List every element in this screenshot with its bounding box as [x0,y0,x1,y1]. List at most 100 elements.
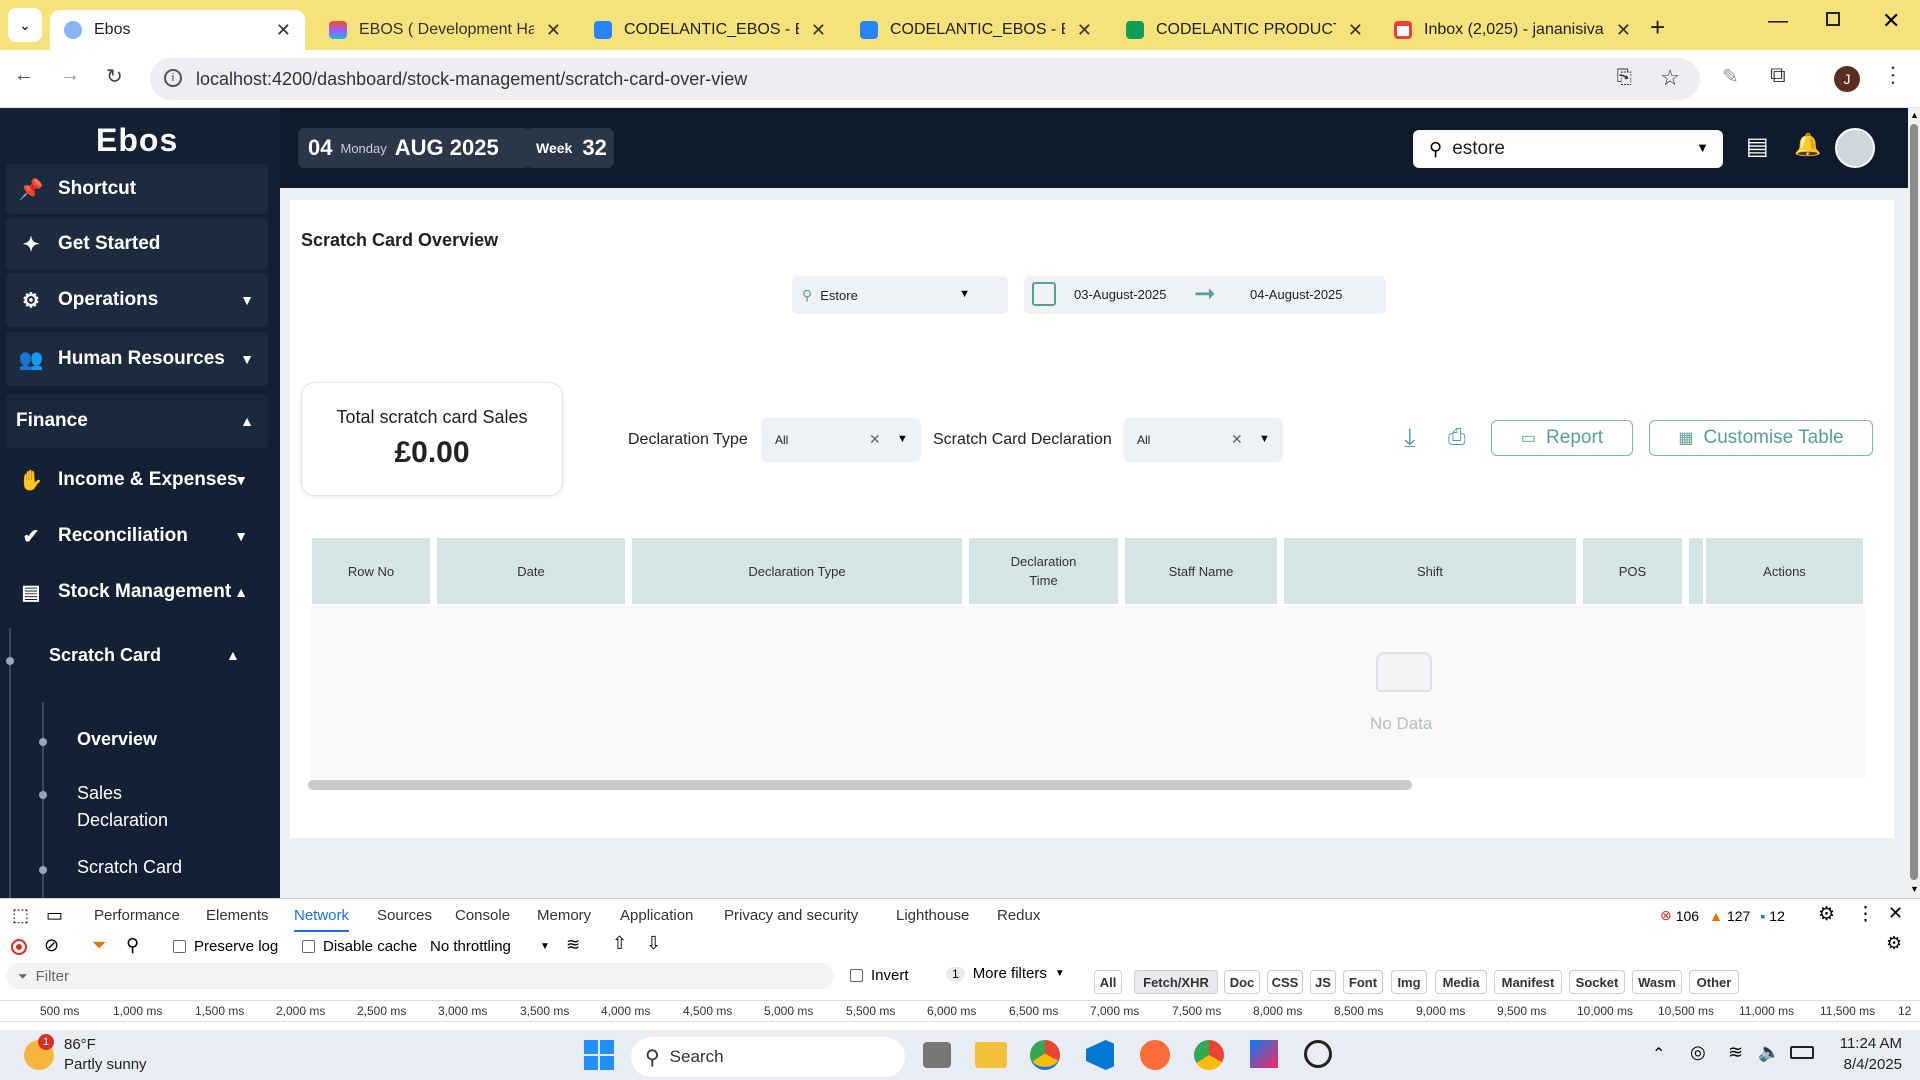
extensions-puzzle-icon[interactable]: ⧉ [1770,62,1786,88]
task-view-icon[interactable] [923,1042,951,1068]
download-icon[interactable]: ⤓ [1404,422,1416,454]
col-header-declaration-time[interactable]: Declaration Time [969,538,1118,604]
wifi-icon[interactable]: ≋ [1728,1042,1743,1063]
restore-window-icon[interactable] [1826,12,1840,26]
close-tab-icon[interactable]: ✕ [1348,20,1363,41]
obs-icon[interactable] [1304,1040,1332,1068]
devtools-menu-icon[interactable]: ⋮ [1856,903,1875,926]
devtools-tab-network[interactable]: Network [294,907,350,932]
clear-log-icon[interactable]: ⊘ [44,935,59,956]
inspect-element-icon[interactable]: ⬚ [12,905,29,926]
tray-chevron-up-icon[interactable]: ⌃ [1652,1044,1665,1064]
network-settings-icon[interactable]: ⚙ [1886,933,1902,954]
sidebar-item-income-expenses[interactable]: ✋ Income & Expenses ▼ [6,455,268,505]
tab-codelantic-product[interactable]: CODELANTIC PRODUCT EN ✕ [1112,10,1377,50]
pen-extension-icon[interactable]: ✎ [1722,64,1739,89]
type-filter-js[interactable]: JS [1310,970,1336,994]
sidebar-item-get-started[interactable]: ✦ Get Started [6,219,268,269]
col-header-declaration-type[interactable]: Declaration Type [632,538,962,604]
jetbrains-icon[interactable] [1250,1040,1278,1068]
messages-icon[interactable]: ▤ [1746,132,1769,161]
devtools-tab-redux[interactable]: Redux [997,907,1040,924]
filter-input[interactable]: ⏷ Filter [6,963,834,989]
disable-cache-checkbox[interactable] [302,940,315,953]
sidebar-item-reconciliation[interactable]: ✔ Reconciliation ▼ [6,511,268,561]
type-filter-fetch-xhr[interactable]: Fetch/XHR [1134,970,1218,994]
bookmark-star-icon[interactable]: ☆ [1660,65,1680,91]
tab-ebos-dev-handbook[interactable]: EBOS ( Development Hand ✕ [315,10,575,50]
type-filter-img[interactable]: Img [1391,970,1427,994]
devtools-tab-lighthouse[interactable]: Lighthouse [896,907,969,924]
close-tab-icon[interactable]: ✕ [546,20,561,41]
devtools-tab-privacy[interactable]: Privacy and security [724,907,858,924]
close-tab-icon[interactable]: ✕ [276,20,291,41]
type-filter-css[interactable]: CSS [1267,970,1303,994]
device-toolbar-icon[interactable]: ▭ [46,905,63,926]
scrollbar-thumb[interactable] [1910,124,1918,880]
battery-icon[interactable] [1790,1046,1814,1059]
sidebar-item-finance[interactable]: Finance ▲ [6,394,268,448]
close-tab-icon[interactable]: ✕ [1077,20,1092,41]
tab-search-button[interactable]: ⌄ [8,8,42,42]
sidebar-item-operations[interactable]: ⚙ Operations ▼ [6,273,268,327]
chrome-icon[interactable] [1194,1040,1224,1070]
type-filter-other[interactable]: Other [1689,970,1739,994]
sidebar-item-scratch-card[interactable]: Scratch Card [49,645,161,666]
date-range-picker[interactable]: 03-August-2025 ➞ 04-August-2025 [1024,276,1386,314]
clear-icon[interactable]: ✕ [1231,431,1243,448]
scratch-card-declaration-select[interactable]: All ✕ ▼ [1123,418,1283,462]
record-stop-icon[interactable] [11,939,27,955]
devtools-tab-application[interactable]: Application [620,907,693,924]
file-explorer-icon[interactable] [975,1042,1007,1068]
close-tab-icon[interactable]: ✕ [1616,20,1631,41]
browser-menu-icon[interactable]: ⋮ [1882,62,1904,88]
clock[interactable]: 11:24 AM 8/4/2025 [1822,1033,1902,1075]
col-header-pos[interactable]: POS [1583,538,1682,604]
customise-table-button[interactable]: ▦ Customise Table [1649,420,1873,456]
notifications-bell-icon[interactable]: 🔔 [1794,132,1821,158]
import-har-icon[interactable]: ⇧ [612,933,627,954]
more-filters-button[interactable]: 1 More filters ▼ [946,965,1065,982]
search-icon[interactable]: ⚲ [126,935,139,956]
store-select[interactable]: ⚲ estore ▼ [1413,130,1723,168]
volume-icon[interactable]: 🔈 [1758,1042,1780,1063]
col-header-staff-name[interactable]: Staff Name [1125,538,1277,604]
back-icon[interactable]: ← [14,64,34,87]
new-tab-button[interactable]: + [1650,12,1665,43]
devtools-tab-console[interactable]: Console [455,907,510,924]
tab-ebos[interactable]: Ebos ✕ [50,10,305,50]
taskbar-search[interactable]: ⚲ Search [631,1037,905,1077]
sidebar-item-overview[interactable]: Overview [77,729,157,750]
filter-funnel-icon[interactable]: ⏷ [92,935,106,956]
col-header-date[interactable]: Date [437,538,625,604]
clear-icon[interactable]: ✕ [869,431,881,448]
forward-icon[interactable]: → [60,64,80,87]
col-header-shift[interactable]: Shift [1284,538,1576,604]
sidebar-item-stock-management[interactable]: ▤ Stock Management ▲ [6,567,268,617]
windows-start-icon[interactable] [584,1040,614,1070]
type-filter-socket[interactable]: Socket [1569,970,1625,994]
type-filter-wasm[interactable]: Wasm [1632,970,1682,994]
print-icon[interactable]: ⎙ [1448,424,1466,450]
address-bar[interactable]: i localhost:4200/dashboard/stock-managem… [150,58,1700,100]
close-window-icon[interactable]: ✕ [1882,8,1900,34]
horizontal-scrollbar[interactable] [308,780,1412,790]
devtools-tab-sources[interactable]: Sources [377,907,432,924]
sidebar-item-human-resources[interactable]: 👥 Human Resources ▼ [6,332,268,386]
type-filter-font[interactable]: Font [1343,970,1383,994]
devtools-close-icon[interactable]: ✕ [1888,903,1903,924]
throttling-select[interactable]: No throttling ▼ [430,938,550,955]
scroll-down-arrow-icon[interactable]: ▼ [1910,884,1919,894]
reload-icon[interactable]: ↻ [106,64,123,89]
export-har-icon[interactable]: ⇩ [646,933,661,954]
tab-codelantic-backlog-1[interactable]: CODELANTIC_EBOS - Back ✕ [580,10,840,50]
close-tab-icon[interactable]: ✕ [811,20,826,41]
type-filter-media[interactable]: Media [1435,970,1487,994]
col-header-actions[interactable]: Actions [1706,538,1863,604]
install-app-icon[interactable]: ⎘ [1617,67,1632,89]
declaration-type-select[interactable]: All ✕ ▼ [761,418,921,462]
devtools-tab-elements[interactable]: Elements [206,907,269,924]
type-filter-doc[interactable]: Doc [1224,970,1260,994]
invert-checkbox[interactable] [850,969,863,982]
preserve-log-checkbox[interactable] [173,940,186,953]
